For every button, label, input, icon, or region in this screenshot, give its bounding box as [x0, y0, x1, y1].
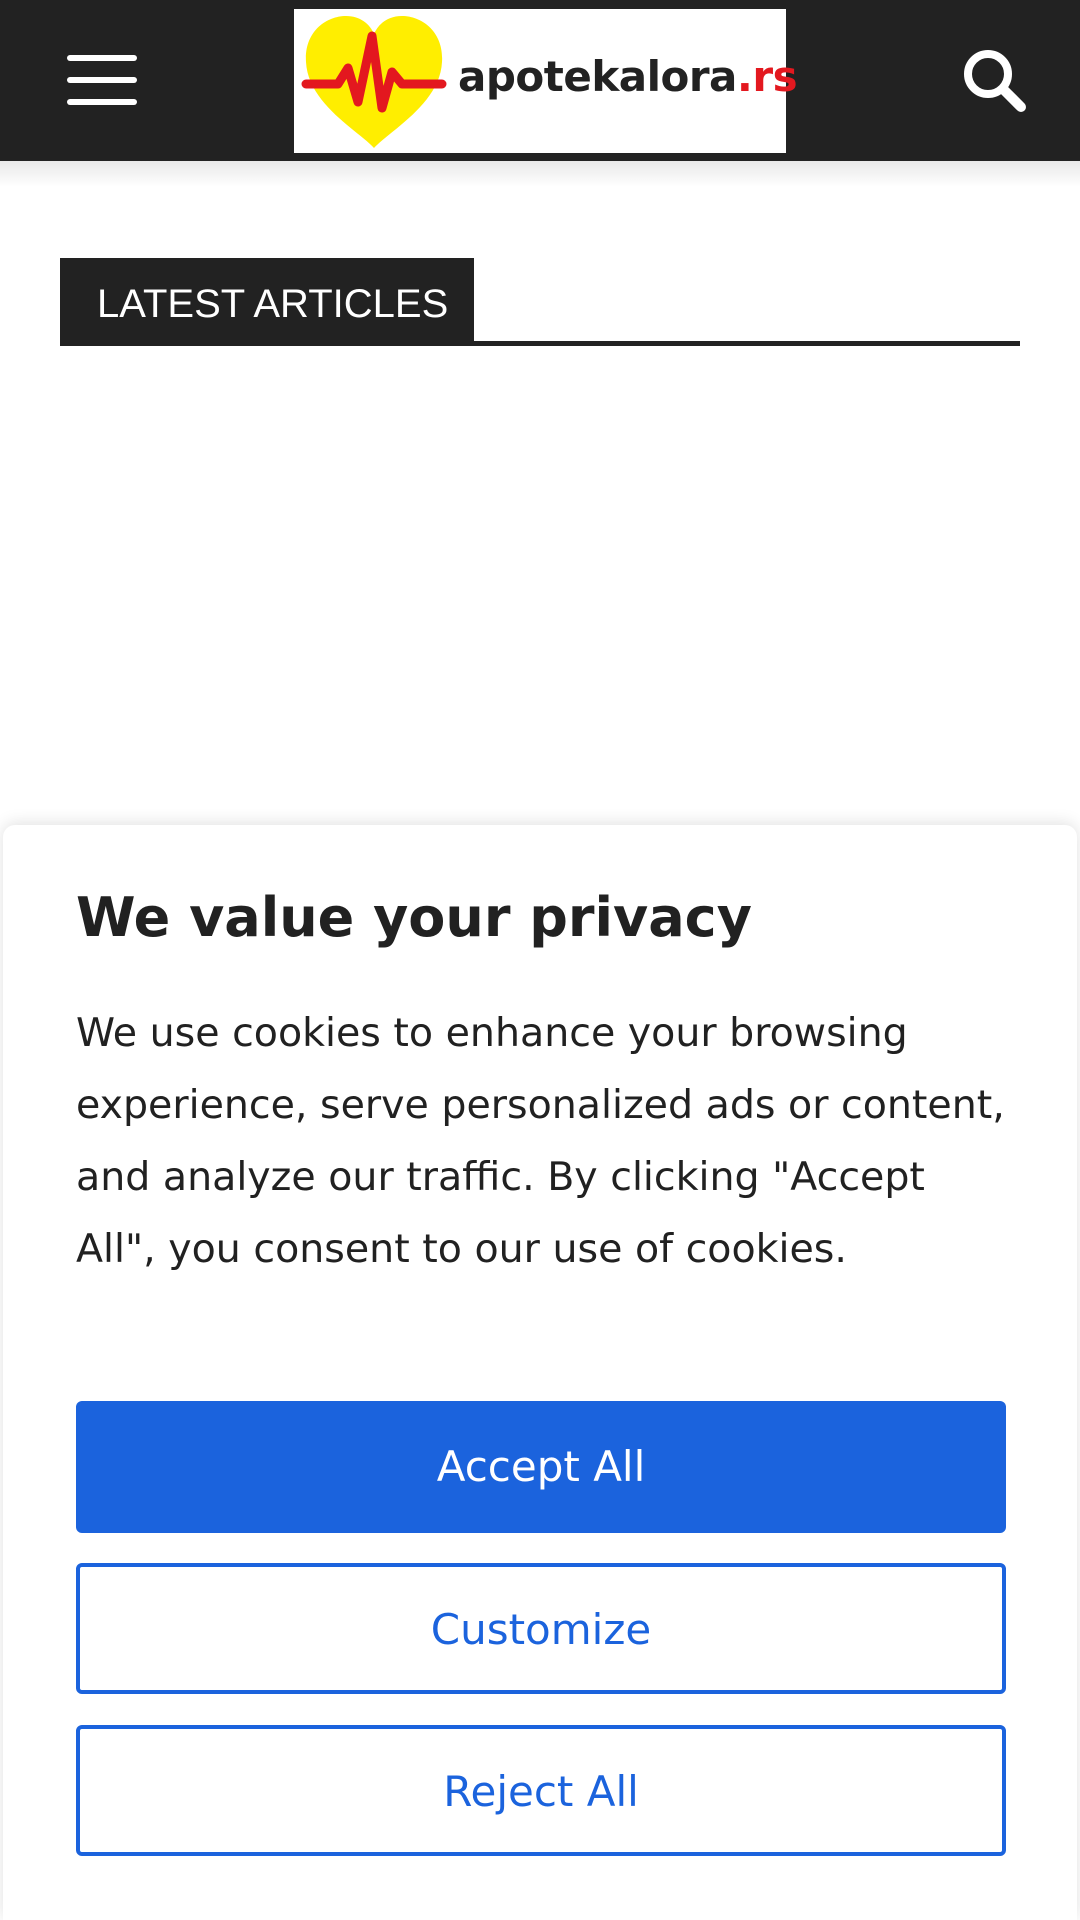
block-title-divider — [60, 341, 1020, 346]
consent-description: We use cookies to enhance your browsing … — [76, 1010, 1005, 1272]
heart-heartbeat-icon — [301, 16, 447, 148]
accept-all-button[interactable]: Accept All — [76, 1401, 1006, 1533]
site-header: apotekalora.rs — [0, 0, 1080, 161]
logo-wordmark: apotekalora.rs — [458, 52, 798, 101]
search-button[interactable] — [950, 36, 1038, 124]
cookie-consent-panel: We value your privacy We use cookies to … — [3, 825, 1077, 1920]
reject-all-button[interactable]: Reject All — [76, 1725, 1006, 1856]
customize-button[interactable]: Customize — [76, 1563, 1006, 1694]
search-icon — [964, 50, 1026, 112]
header-shadow — [0, 161, 1080, 187]
consent-title: We value your privacy — [76, 886, 752, 949]
hamburger-menu-icon — [67, 55, 137, 61]
site-logo[interactable]: apotekalora.rs — [294, 9, 798, 153]
menu-button[interactable] — [52, 40, 152, 120]
block-title: LATEST ARTICLES — [60, 258, 474, 344]
block-title-label: LATEST ARTICLES — [97, 282, 449, 326]
page: apotekalora.rs LATEST ARTICLES We value … — [0, 0, 1080, 1920]
